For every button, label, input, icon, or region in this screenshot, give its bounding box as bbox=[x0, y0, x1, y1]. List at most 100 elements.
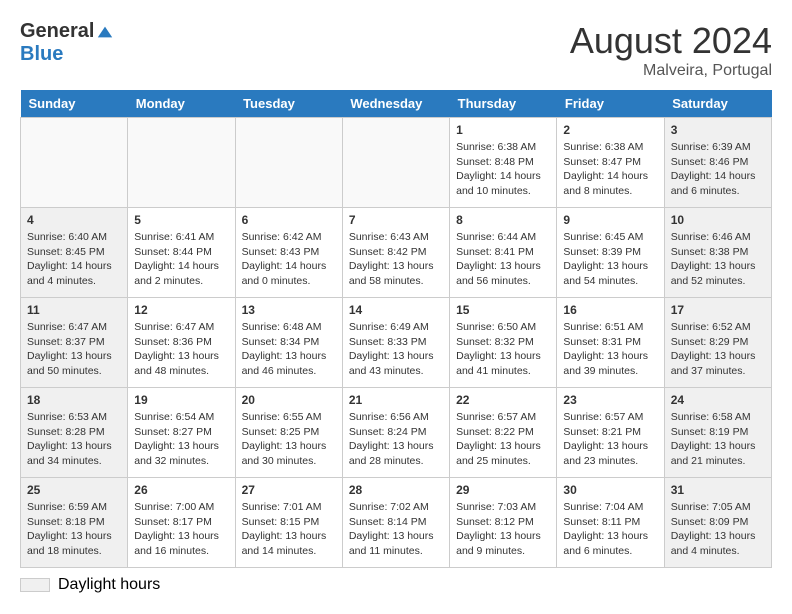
day-number: 11 bbox=[27, 303, 121, 317]
day-number: 8 bbox=[456, 213, 550, 227]
cell-content: Sunrise: 6:47 AM Sunset: 8:37 PM Dayligh… bbox=[27, 320, 121, 379]
cell-content: Sunrise: 7:04 AM Sunset: 8:11 PM Dayligh… bbox=[563, 500, 657, 559]
calendar-cell: 12 Sunrise: 6:47 AM Sunset: 8:36 PM Dayli… bbox=[128, 298, 235, 388]
calendar-cell: 2 Sunrise: 6:38 AM Sunset: 8:47 PM Daylig… bbox=[557, 118, 664, 208]
day-number: 2 bbox=[563, 123, 657, 137]
legend-daylight-swatch bbox=[20, 578, 50, 592]
calendar-header-row: SundayMondayTuesdayWednesdayThursdayFrid… bbox=[21, 90, 772, 118]
cell-content: Sunrise: 6:40 AM Sunset: 8:45 PM Dayligh… bbox=[27, 230, 121, 289]
day-number: 20 bbox=[242, 393, 336, 407]
calendar-cell: 11 Sunrise: 6:47 AM Sunset: 8:37 PM Dayli… bbox=[21, 298, 128, 388]
cell-content: Sunrise: 6:45 AM Sunset: 8:39 PM Dayligh… bbox=[563, 230, 657, 289]
cell-content: Sunrise: 6:38 AM Sunset: 8:47 PM Dayligh… bbox=[563, 140, 657, 199]
day-header-tuesday: Tuesday bbox=[235, 90, 342, 118]
cell-content: Sunrise: 6:49 AM Sunset: 8:33 PM Dayligh… bbox=[349, 320, 443, 379]
day-number: 24 bbox=[671, 393, 765, 407]
calendar-cell: 29Sunrise: 7:03 AM Sunset: 8:12 PM Dayli… bbox=[450, 478, 557, 568]
calendar-cell bbox=[235, 118, 342, 208]
cell-content: Sunrise: 7:03 AM Sunset: 8:12 PM Dayligh… bbox=[456, 500, 550, 559]
page-header: General Blue August 2024 Malveira, Portu… bbox=[20, 20, 772, 80]
day-number: 16 bbox=[563, 303, 657, 317]
calendar-cell: 21 Sunrise: 6:56 AM Sunset: 8:24 PM Dayli… bbox=[342, 388, 449, 478]
calendar-cell: 16Sunrise: 6:51 AM Sunset: 8:31 PM Dayli… bbox=[557, 298, 664, 388]
calendar-cell: 17Sunrise: 6:52 AM Sunset: 8:29 PM Dayli… bbox=[664, 298, 771, 388]
day-number: 22 bbox=[456, 393, 550, 407]
calendar-cell: 25 Sunrise: 6:59 AM Sunset: 8:18 PM Dayli… bbox=[21, 478, 128, 568]
day-number: 7 bbox=[349, 213, 443, 227]
calendar-cell: 4 Sunrise: 6:40 AM Sunset: 8:45 PM Daylig… bbox=[21, 208, 128, 298]
location-subtitle: Malveira, Portugal bbox=[570, 62, 772, 80]
cell-content: Sunrise: 6:50 AM Sunset: 8:32 PM Dayligh… bbox=[456, 320, 550, 379]
day-number: 18 bbox=[27, 393, 121, 407]
cell-content: Sunrise: 6:41 AM Sunset: 8:44 PM Dayligh… bbox=[134, 230, 228, 289]
calendar-cell: 23Sunrise: 6:57 AM Sunset: 8:21 PM Dayli… bbox=[557, 388, 664, 478]
calendar-cell: 19 Sunrise: 6:54 AM Sunset: 8:27 PM Dayli… bbox=[128, 388, 235, 478]
cell-content: Sunrise: 6:59 AM Sunset: 8:18 PM Dayligh… bbox=[27, 500, 121, 559]
cell-content: Sunrise: 6:42 AM Sunset: 8:43 PM Dayligh… bbox=[242, 230, 336, 289]
calendar-cell: 8 Sunrise: 6:44 AM Sunset: 8:41 PM Daylig… bbox=[450, 208, 557, 298]
calendar-cell bbox=[21, 118, 128, 208]
day-number: 13 bbox=[242, 303, 336, 317]
logo-icon bbox=[96, 23, 114, 41]
calendar-week-row: 11 Sunrise: 6:47 AM Sunset: 8:37 PM Dayli… bbox=[21, 298, 772, 388]
calendar-cell: 3 Sunrise: 6:39 AM Sunset: 8:46 PM Daylig… bbox=[664, 118, 771, 208]
day-number: 19 bbox=[134, 393, 228, 407]
cell-content: Sunrise: 7:01 AM Sunset: 8:15 PM Dayligh… bbox=[242, 500, 336, 559]
cell-content: Sunrise: 6:57 AM Sunset: 8:22 PM Dayligh… bbox=[456, 410, 550, 469]
day-number: 26 bbox=[134, 483, 228, 497]
title-section: August 2024 Malveira, Portugal bbox=[570, 20, 772, 80]
logo-blue-text: Blue bbox=[20, 43, 63, 66]
legend-daylight-label: Daylight hours bbox=[58, 576, 160, 594]
calendar-cell: 28 Sunrise: 7:02 AM Sunset: 8:14 PM Dayli… bbox=[342, 478, 449, 568]
day-header-monday: Monday bbox=[128, 90, 235, 118]
calendar-cell: 1Sunrise: 6:38 AM Sunset: 8:48 PM Daylig… bbox=[450, 118, 557, 208]
day-number: 28 bbox=[349, 483, 443, 497]
calendar-week-row: 4 Sunrise: 6:40 AM Sunset: 8:45 PM Daylig… bbox=[21, 208, 772, 298]
cell-content: Sunrise: 7:00 AM Sunset: 8:17 PM Dayligh… bbox=[134, 500, 228, 559]
calendar-cell: 14 Sunrise: 6:49 AM Sunset: 8:33 PM Dayli… bbox=[342, 298, 449, 388]
day-number: 30 bbox=[563, 483, 657, 497]
cell-content: Sunrise: 7:02 AM Sunset: 8:14 PM Dayligh… bbox=[349, 500, 443, 559]
cell-content: Sunrise: 6:58 AM Sunset: 8:19 PM Dayligh… bbox=[671, 410, 765, 469]
day-number: 3 bbox=[671, 123, 765, 137]
cell-content: Sunrise: 6:39 AM Sunset: 8:46 PM Dayligh… bbox=[671, 140, 765, 199]
day-number: 5 bbox=[134, 213, 228, 227]
calendar-cell: 7 Sunrise: 6:43 AM Sunset: 8:42 PM Daylig… bbox=[342, 208, 449, 298]
day-number: 14 bbox=[349, 303, 443, 317]
cell-content: Sunrise: 6:55 AM Sunset: 8:25 PM Dayligh… bbox=[242, 410, 336, 469]
day-header-friday: Friday bbox=[557, 90, 664, 118]
calendar-cell: 26 Sunrise: 7:00 AM Sunset: 8:17 PM Dayli… bbox=[128, 478, 235, 568]
day-number: 31 bbox=[671, 483, 765, 497]
cell-content: Sunrise: 6:44 AM Sunset: 8:41 PM Dayligh… bbox=[456, 230, 550, 289]
calendar-cell: 30 Sunrise: 7:04 AM Sunset: 8:11 PM Dayli… bbox=[557, 478, 664, 568]
cell-content: Sunrise: 7:05 AM Sunset: 8:09 PM Dayligh… bbox=[671, 500, 765, 559]
day-number: 9 bbox=[563, 213, 657, 227]
calendar-cell: 6Sunrise: 6:42 AM Sunset: 8:43 PM Daylig… bbox=[235, 208, 342, 298]
day-number: 12 bbox=[134, 303, 228, 317]
calendar-table: SundayMondayTuesdayWednesdayThursdayFrid… bbox=[20, 90, 772, 568]
day-number: 21 bbox=[349, 393, 443, 407]
cell-content: Sunrise: 6:43 AM Sunset: 8:42 PM Dayligh… bbox=[349, 230, 443, 289]
calendar-cell: 22 Sunrise: 6:57 AM Sunset: 8:22 PM Dayli… bbox=[450, 388, 557, 478]
calendar-cell: 9 Sunrise: 6:45 AM Sunset: 8:39 PM Daylig… bbox=[557, 208, 664, 298]
day-number: 17 bbox=[671, 303, 765, 317]
logo-general-text: General bbox=[20, 20, 94, 43]
cell-content: Sunrise: 6:54 AM Sunset: 8:27 PM Dayligh… bbox=[134, 410, 228, 469]
month-year-title: August 2024 bbox=[570, 20, 772, 62]
day-header-saturday: Saturday bbox=[664, 90, 771, 118]
calendar-week-row: 18 Sunrise: 6:53 AM Sunset: 8:28 PM Dayli… bbox=[21, 388, 772, 478]
cell-content: Sunrise: 6:56 AM Sunset: 8:24 PM Dayligh… bbox=[349, 410, 443, 469]
calendar-cell: 27Sunrise: 7:01 AM Sunset: 8:15 PM Dayli… bbox=[235, 478, 342, 568]
calendar-cell: 13Sunrise: 6:48 AM Sunset: 8:34 PM Dayli… bbox=[235, 298, 342, 388]
day-number: 25 bbox=[27, 483, 121, 497]
day-number: 10 bbox=[671, 213, 765, 227]
day-number: 23 bbox=[563, 393, 657, 407]
calendar-cell bbox=[342, 118, 449, 208]
day-number: 4 bbox=[27, 213, 121, 227]
calendar-cell: 18 Sunrise: 6:53 AM Sunset: 8:28 PM Dayli… bbox=[21, 388, 128, 478]
cell-content: Sunrise: 6:53 AM Sunset: 8:28 PM Dayligh… bbox=[27, 410, 121, 469]
cell-content: Sunrise: 6:47 AM Sunset: 8:36 PM Dayligh… bbox=[134, 320, 228, 379]
day-header-thursday: Thursday bbox=[450, 90, 557, 118]
cell-content: Sunrise: 6:38 AM Sunset: 8:48 PM Dayligh… bbox=[456, 140, 550, 199]
calendar-week-row: 25 Sunrise: 6:59 AM Sunset: 8:18 PM Dayli… bbox=[21, 478, 772, 568]
